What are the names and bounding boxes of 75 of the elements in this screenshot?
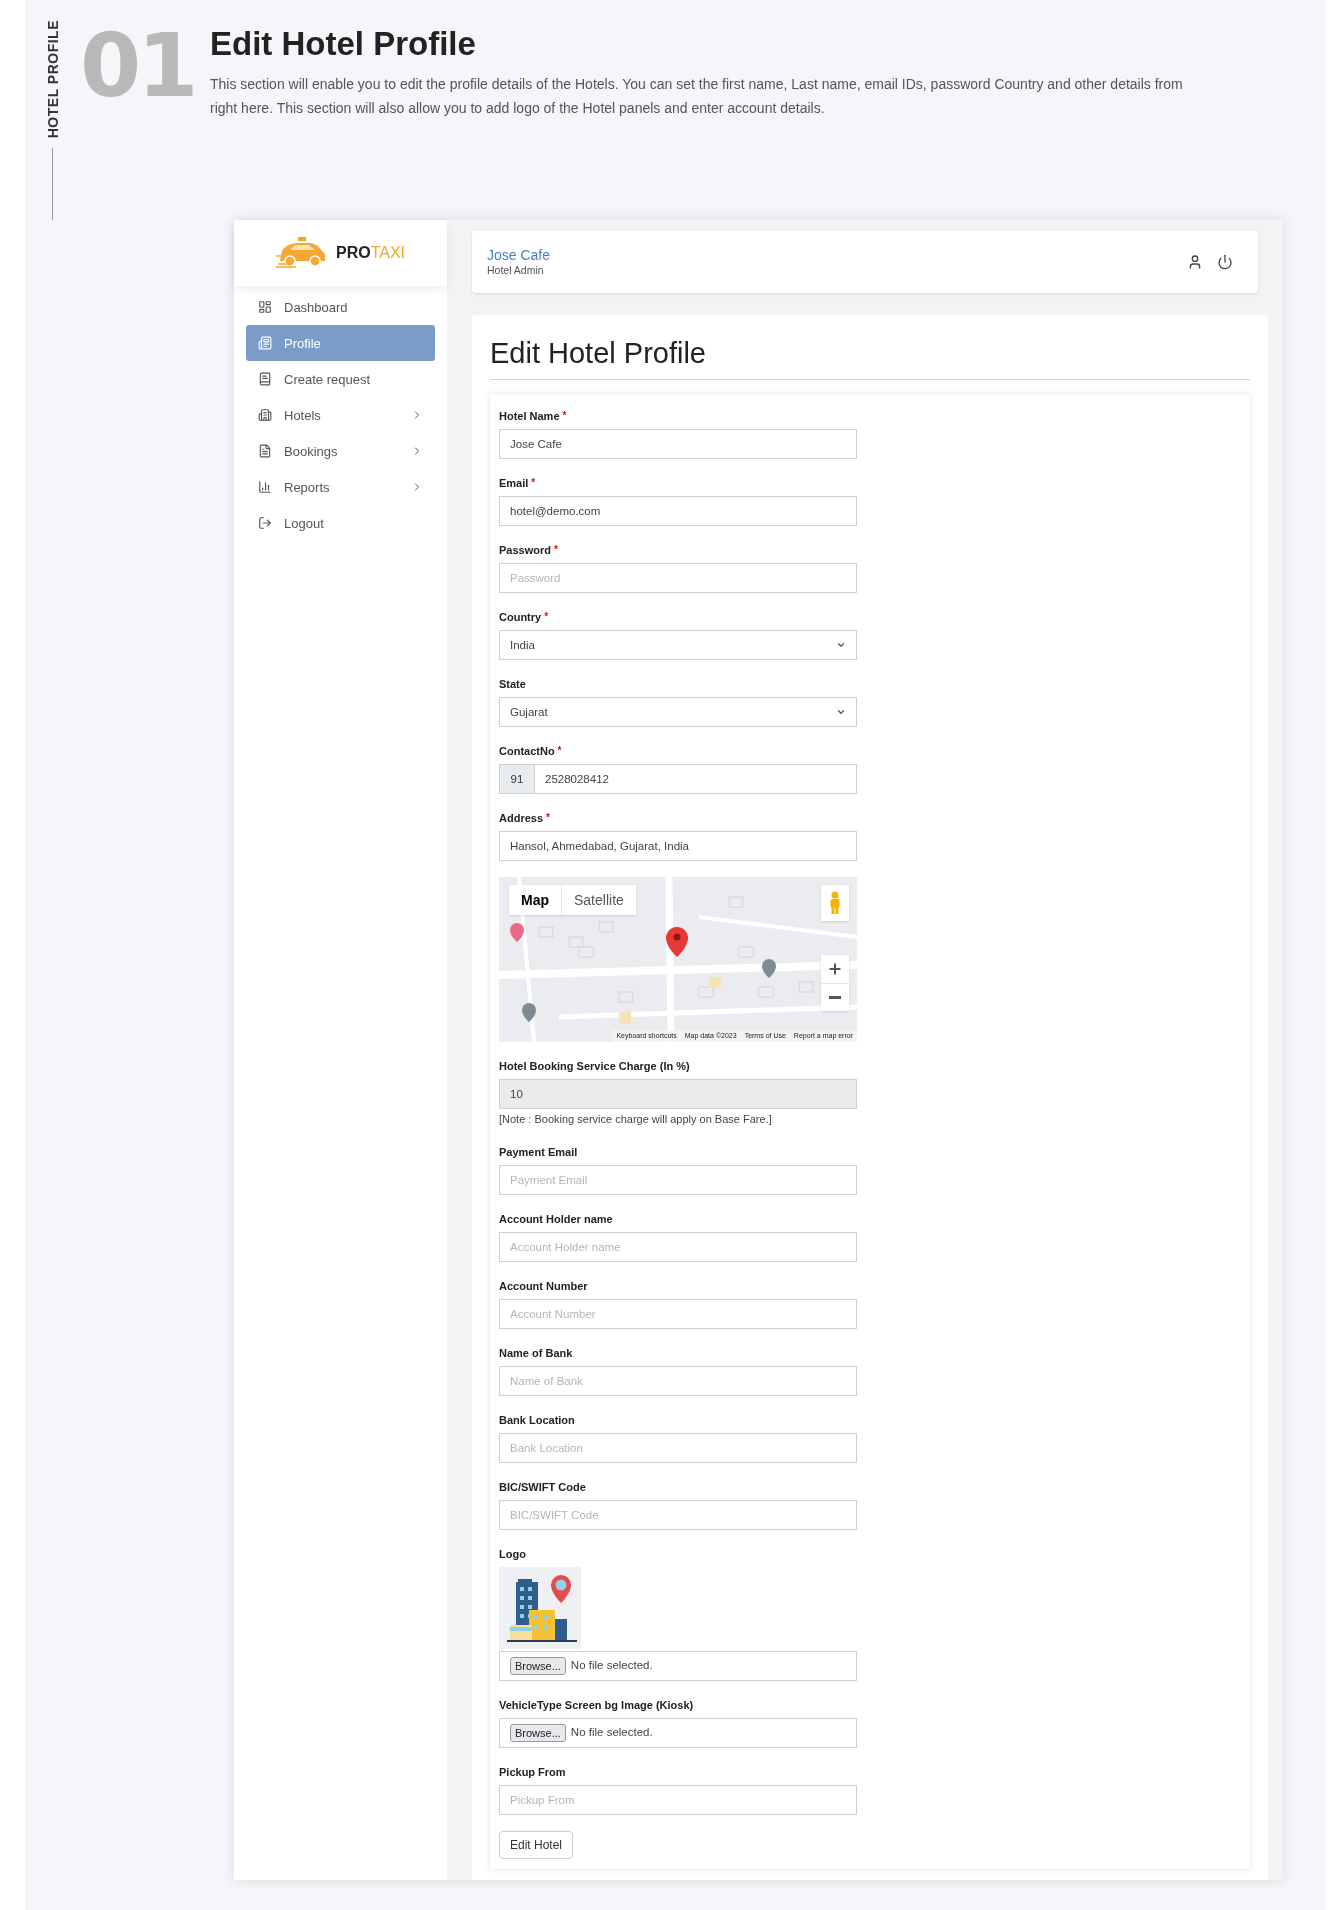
browse-button[interactable]: Browse...	[510, 1656, 566, 1675]
required-mark: *	[562, 409, 567, 424]
field-label: Hotel Name	[499, 409, 560, 425]
field-label: Email	[499, 476, 529, 492]
browse-button[interactable]: Browse...	[510, 1723, 566, 1742]
field-label: VehicleType Screen bg Image (Kiosk)	[499, 1697, 694, 1713]
field-label: BIC/SWIFT Code	[499, 1479, 586, 1495]
file-status: No file selected.	[570, 1658, 653, 1674]
sidebar-item[interactable]: Reports	[246, 469, 435, 506]
select-field[interactable]: India	[499, 630, 857, 661]
taxi-car-icon	[275, 236, 328, 271]
country-code: 91	[499, 764, 535, 795]
menu-icon	[258, 408, 272, 423]
power-icon[interactable]	[1217, 254, 1233, 271]
field-note: [Note : Booking service charge will apply on Base Fare.]	[499, 1112, 773, 1128]
menu-icon	[258, 444, 272, 459]
menu-icon	[258, 336, 272, 351]
sidebar-item[interactable]: Logout	[246, 505, 435, 542]
map-type-toggle[interactable]: Map	[509, 885, 561, 916]
text-field[interactable]: Name of Bank	[499, 1365, 857, 1396]
page-title: Edit Hotel Profile	[490, 333, 1250, 381]
text-field[interactable]: Payment Email	[499, 1164, 857, 1195]
field-label: Password	[499, 543, 551, 559]
field-label: Account Holder name	[499, 1211, 613, 1227]
sidebar-item[interactable]: Create request	[246, 361, 435, 398]
required-mark: *	[544, 610, 549, 625]
menu-icon	[258, 372, 272, 387]
field-label: Logo	[499, 1546, 526, 1562]
section-number: 01	[80, 26, 196, 119]
menu-icon	[258, 300, 272, 315]
text-field[interactable]: BIC/SWIFT Code	[499, 1499, 857, 1530]
field-label: Name of Bank	[499, 1345, 573, 1361]
file-field[interactable]: Browse... No file selected.	[499, 1717, 857, 1748]
field-label: Address	[499, 811, 544, 827]
phone-field[interactable]: 2528028412	[535, 764, 857, 795]
field-label: Hotel Booking Service Charge (In %)	[499, 1059, 690, 1075]
file-field[interactable]: Browse... No file selected.	[499, 1650, 857, 1681]
field-label: Account Number	[499, 1278, 588, 1294]
select-field[interactable]: Gujarat	[499, 697, 857, 728]
brand-logo: PROTAXI	[335, 243, 405, 264]
text-field[interactable]: hotel@demo.com	[499, 496, 857, 527]
text-field[interactable]: Account Holder name	[499, 1231, 857, 1262]
text-field[interactable]: Bank Location	[499, 1432, 857, 1463]
sidebar-item[interactable]: Bookings	[246, 433, 435, 470]
sidebar-item[interactable]: Hotels	[246, 397, 435, 434]
readonly-field[interactable]: 10	[499, 1079, 857, 1110]
map-type-toggle[interactable]: Satellite	[561, 885, 636, 916]
minus-icon	[829, 996, 841, 1000]
menu-icon	[258, 516, 272, 531]
required-mark: *	[557, 744, 562, 759]
field-label: Pickup From	[499, 1764, 566, 1780]
sidebar-item[interactable]: Dashboard	[246, 289, 435, 326]
text-field[interactable]: Pickup From	[499, 1784, 857, 1815]
file-status: No file selected.	[570, 1725, 653, 1741]
pegman-icon	[828, 891, 842, 916]
required-mark: *	[553, 543, 558, 558]
field-label: State	[499, 677, 526, 693]
text-field[interactable]: Password	[499, 563, 857, 594]
edit-hotel-button[interactable]: Edit Hotel	[499, 1830, 574, 1859]
required-mark: *	[546, 811, 550, 826]
field-label: Bank Location	[499, 1412, 575, 1428]
section-title: Edit Hotel Profile	[210, 24, 477, 64]
field-label: ContactNo	[499, 744, 555, 760]
user-name: Jose Cafe	[487, 247, 551, 265]
section-description: This section will enable you to edit the profile details of the Hotels. You can set the first name, Last name, email IDs, password Country and other details from right here. This section will also allow you to add logo of the Hotel panels and enter account details.	[210, 75, 1184, 118]
text-field[interactable]: Hansol, Ahmedabad, Gujarat, India	[499, 831, 857, 862]
user-role: Hotel Admin	[487, 264, 545, 278]
required-mark: *	[531, 476, 536, 491]
user-icon[interactable]	[1187, 254, 1203, 271]
text-field[interactable]: Jose Cafe	[499, 429, 857, 460]
field-label: Country	[499, 610, 542, 626]
text-field[interactable]: Account Number	[499, 1298, 857, 1329]
menu-icon	[258, 480, 272, 495]
field-label: Payment Email	[499, 1144, 578, 1160]
section-label: HOTEL PROFILE	[44, 20, 61, 139]
